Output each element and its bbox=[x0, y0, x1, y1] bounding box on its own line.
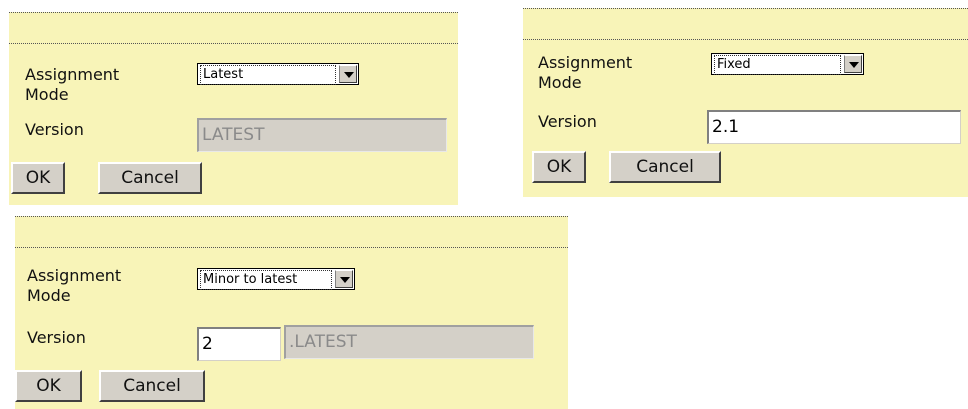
panel-divider bbox=[523, 39, 968, 40]
chevron-down-icon[interactable] bbox=[339, 65, 357, 83]
version-label: Version bbox=[25, 120, 84, 139]
assignment-mode-select[interactable]: Minor to latest bbox=[197, 268, 355, 290]
ok-button[interactable]: OK bbox=[11, 162, 65, 194]
chevron-down-icon[interactable] bbox=[844, 55, 862, 73]
version-suffix-field: .LATEST bbox=[284, 325, 534, 359]
select-value: Latest bbox=[200, 65, 336, 85]
cancel-button[interactable]: Cancel bbox=[99, 370, 205, 402]
version-major-input[interactable]: 2 bbox=[197, 327, 281, 361]
assignment-mode-select[interactable]: Fixed bbox=[711, 53, 864, 75]
dialog-panel-latest: Assignment Mode Latest Version LATEST OK… bbox=[9, 12, 458, 205]
panel-divider bbox=[15, 247, 568, 248]
ok-button[interactable]: OK bbox=[532, 151, 586, 183]
dialog-panel-fixed: Assignment Mode Fixed Version 2.1 OK Can… bbox=[523, 8, 968, 197]
dialog-panel-minor-to-latest: Assignment Mode Minor to latest Version … bbox=[15, 216, 568, 409]
version-label: Version bbox=[538, 112, 597, 131]
version-label: Version bbox=[27, 328, 86, 347]
assignment-mode-label: Assignment Mode bbox=[25, 65, 120, 104]
select-value: Fixed bbox=[714, 55, 841, 75]
assignment-mode-label: Assignment Mode bbox=[27, 266, 122, 305]
assignment-mode-label: Assignment Mode bbox=[538, 53, 633, 92]
panel-divider bbox=[9, 43, 458, 44]
ok-button[interactable]: OK bbox=[15, 370, 82, 402]
cancel-button[interactable]: Cancel bbox=[98, 162, 202, 194]
version-field: LATEST bbox=[197, 118, 447, 152]
version-input[interactable]: 2.1 bbox=[707, 110, 961, 144]
cancel-button[interactable]: Cancel bbox=[609, 151, 721, 183]
select-value: Minor to latest bbox=[200, 270, 332, 290]
assignment-mode-select[interactable]: Latest bbox=[197, 63, 359, 85]
chevron-down-icon[interactable] bbox=[335, 270, 353, 288]
